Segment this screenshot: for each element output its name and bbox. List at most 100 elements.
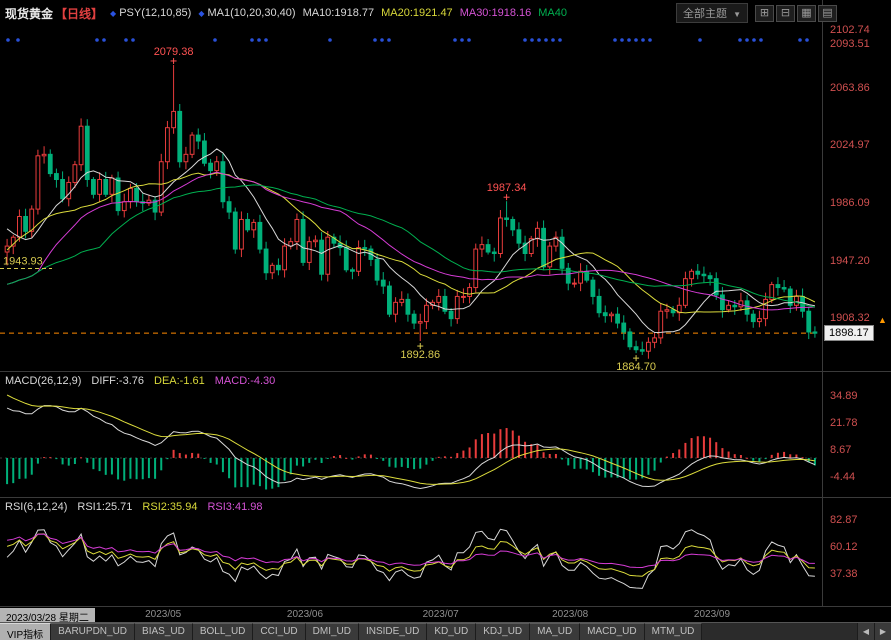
macd-hist-bar [647, 458, 649, 475]
candle-up [67, 182, 71, 198]
candle-down [381, 280, 385, 286]
candle-up [42, 154, 46, 155]
candle-down [178, 111, 182, 161]
rsi-panel-chart[interactable] [0, 498, 822, 606]
candle-up [314, 240, 318, 241]
macd-hist-bar [382, 458, 384, 461]
candle-down [246, 219, 250, 229]
tab-scroll-left-icon[interactable]: ◀ [857, 623, 874, 640]
candle-up [468, 288, 472, 297]
candle-down [412, 314, 416, 323]
candle-up [184, 154, 188, 161]
indicator-tab-VIP指标[interactable]: VIP指标 [0, 623, 51, 640]
macd-hist-bar [327, 458, 329, 459]
macd-hist-bar [518, 436, 520, 458]
rsi-label-row: RSI(6,12,24) RSI1:25.71 RSI2:35.94 RSI3:… [5, 501, 263, 513]
macd-hist-bar [462, 451, 464, 458]
macd-hist-bar [703, 436, 705, 458]
macd-axis-label: 8.67 [830, 444, 851, 456]
macd-dea-value: DEA:-1.61 [154, 375, 205, 387]
price-axis-label: 2063.86 [830, 82, 870, 94]
indicator-tab-DMI_UD[interactable]: DMI_UD [306, 623, 359, 640]
indicator-tab-KDJ_UD[interactable]: KDJ_UD [476, 623, 530, 640]
indicator-tab-BIAS_UD[interactable]: BIAS_UD [135, 623, 193, 640]
candle-up [252, 222, 256, 229]
event-marker-dot [460, 38, 464, 42]
macd-hist-bar [709, 438, 711, 458]
tab-scroll-right-icon[interactable]: ▶ [874, 623, 891, 640]
macd-hist-bar [6, 458, 8, 484]
event-marker-dot [131, 38, 135, 42]
panel-divider [0, 371, 891, 372]
candle-down [406, 299, 410, 314]
chevron-down-icon: ▼ [733, 10, 741, 19]
event-marker-dot [328, 38, 332, 42]
x-axis-label: 2023/07 [423, 609, 459, 620]
candle-up [98, 179, 102, 194]
macd-hist-bar [37, 458, 39, 464]
indicator-tab-BARUPDN_UD[interactable]: BARUPDN_UD [51, 623, 135, 640]
macd-hist-bar [68, 458, 70, 466]
macd-panel-chart[interactable] [0, 372, 822, 497]
main-candlestick-chart[interactable]: 2079.381987.341892.861884.701943.93 [0, 28, 822, 372]
indicator-tab-BOLL_UD[interactable]: BOLL_UD [193, 623, 254, 640]
candle-up [79, 126, 83, 164]
layout-grid-icon[interactable]: ⊞ [755, 5, 774, 22]
macd-hist-bar [160, 458, 162, 470]
macd-hist-bar [123, 458, 125, 481]
candle-up [462, 296, 466, 297]
layout-button-group: ⊞⊟▦▤ [755, 5, 837, 22]
macd-hist-bar [290, 458, 292, 474]
candle-down [301, 219, 305, 262]
indicator-tabbar: VIP指标BARUPDN_UDBIAS_UDBOLL_UDCCI_UDDMI_U… [0, 622, 891, 640]
macd-hist-bar [481, 434, 483, 458]
candle-down [745, 301, 749, 314]
event-marker-dot [738, 38, 742, 42]
macd-hist-bar [536, 445, 538, 458]
candle-up [110, 178, 114, 194]
candle-down [505, 218, 509, 219]
theme-dropdown[interactable]: 全部主题 ▼ [676, 3, 748, 23]
macd-hist-bar [351, 458, 353, 460]
layout-grid-icon[interactable]: ▦ [797, 5, 816, 22]
candle-down [264, 249, 268, 273]
macd-hist-bar [567, 458, 569, 465]
period-label: 【日线】 [55, 5, 103, 22]
candle-down [61, 179, 65, 198]
macd-macd-value: MACD:-4.30 [215, 375, 276, 387]
candle-up [295, 219, 299, 241]
layout-grid-icon[interactable]: ⊟ [776, 5, 795, 22]
macd-hist-bar [49, 457, 51, 458]
indicator-tab-MACD_UD[interactable]: MACD_UD [580, 623, 644, 640]
indicator-tab-KD_UD[interactable]: KD_UD [427, 623, 476, 640]
indicator-tab-CCI_UD[interactable]: CCI_UD [253, 623, 305, 640]
candle-down [233, 212, 237, 249]
candle-up [653, 338, 657, 342]
indicator-tab-MA_UD[interactable]: MA_UD [530, 623, 580, 640]
macd-hist-bar [771, 455, 773, 458]
indicator-tab-MTM_UD[interactable]: MTM_UD [645, 623, 703, 640]
macd-hist-bar [55, 458, 57, 459]
event-marker-dot [257, 38, 261, 42]
candle-down [48, 154, 52, 173]
x-axis-label: 2023/09 [694, 609, 730, 620]
indicator-diamond-icon: ◆ [198, 9, 204, 18]
candle-up [18, 217, 22, 238]
macd-hist-bar [179, 453, 181, 458]
candle-down [616, 314, 620, 323]
rsi24-line [7, 534, 815, 567]
candle-down [486, 245, 490, 252]
macd-hist-bar [499, 429, 501, 458]
macd-hist-bar [734, 454, 736, 458]
event-marker-dot [634, 38, 638, 42]
macd-hist-bar [222, 458, 224, 472]
macd-hist-bar [395, 458, 397, 468]
macd-hist-bar [308, 458, 310, 463]
candle-down [277, 265, 281, 269]
indicator-tab-INSIDE_UD[interactable]: INSIDE_UD [359, 623, 427, 640]
layout-grid-icon[interactable]: ▤ [818, 5, 837, 22]
event-marker-dot [759, 38, 763, 42]
candle-down [696, 271, 700, 274]
macd-hist-bar [364, 454, 366, 458]
macd-hist-bar [765, 458, 767, 459]
